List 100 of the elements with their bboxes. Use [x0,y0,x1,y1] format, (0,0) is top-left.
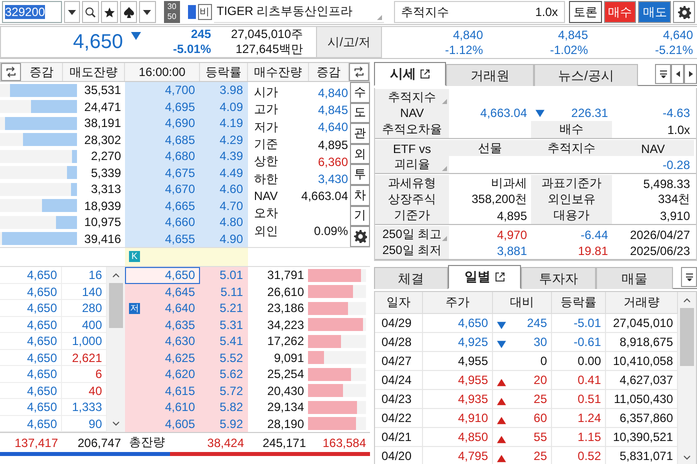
scrollbar-thumb[interactable] [109,283,123,328]
settings-button[interactable] [350,226,370,247]
side-button[interactable]: 외 [350,144,370,164]
price-change: 245 [190,27,211,42]
settings-button[interactable] [673,1,696,23]
trade-price: 4,650 [0,382,62,399]
ask-price: 4,690 [125,115,200,132]
total-value: 137,417 [14,436,59,450]
menu-button[interactable] [681,267,697,287]
rate-cell: -5.01 [552,314,606,332]
info-label: NAV [375,105,449,121]
menu-dropdown-button[interactable] [139,1,156,23]
trade-price: 4,650 [0,316,62,333]
settings-icon [354,230,366,243]
popout-icon [420,69,430,79]
marker-badge: K [129,251,140,262]
spade-button[interactable] [120,1,138,23]
scrollbar[interactable] [107,267,125,432]
trade-price: 4,650 [0,350,62,366]
search-button[interactable] [82,1,100,23]
info-label: 대용가 [531,207,612,224]
ask-price: 4,655 [125,230,200,247]
scroll-down-icon[interactable] [112,421,120,427]
buy-button[interactable]: 매수 [604,1,636,23]
spade-icon [124,6,134,18]
rate-cell: 1.24 [552,409,606,427]
info-label: 추적오차율 [375,121,449,138]
next-button[interactable] [684,64,697,84]
tab[interactable]: 체결 [374,267,448,289]
column-header: 추적지수 [531,140,612,157]
up-triangle-icon [497,378,506,387]
date-cell: 04/24 [375,371,423,389]
current-price: 4,650 [72,30,124,54]
menu-button[interactable] [655,64,671,84]
bid-quantity: 31,791 [266,268,305,282]
date-cell: 04/23 [375,390,423,408]
side-button[interactable]: 차 [350,184,370,206]
price-cell: 4,925 [423,333,493,351]
bid-quantity: 25,254 [266,367,305,382]
scrollbar[interactable] [678,292,696,464]
info-label: 괴리율 [375,156,449,173]
rate-cell: 0.51 [552,390,606,408]
sell-button[interactable]: 매도 [638,1,672,23]
info-label: 과표기준가 [531,175,612,192]
bid-rate: 5.92 [200,416,248,432]
bid-price: 4,625 [125,350,200,366]
refresh-button[interactable] [1,63,21,81]
refresh-button[interactable] [349,63,369,81]
side-button[interactable]: 관 [350,123,370,144]
marker-icon [188,5,196,19]
scroll-up-icon[interactable] [683,297,691,303]
trade-price: 4,650 [0,333,62,350]
ask-price: 4,670 [125,181,200,198]
scrollbar-thumb[interactable] [680,308,694,366]
tab[interactable]: 뉴스/공시 [534,64,638,86]
ask-quantity: 10,975 [83,215,122,230]
info-label: 배수 [531,121,612,138]
ohl-price: 4,640 [662,28,693,42]
star-icon [104,6,116,18]
ask-quantity: 28,302 [83,132,122,147]
column-header: NAV [612,140,694,157]
side-button[interactable]: 투 [350,164,370,185]
tab[interactable]: 시세 [374,62,446,86]
bid-quantity: 20,430 [266,384,305,398]
column-header: 등락률 [552,292,606,313]
dropdown-button[interactable] [64,1,80,23]
ask-price: 4,695 [125,98,200,115]
tab[interactable]: 투자자 [521,267,596,289]
rate-cell: 0.52 [552,447,606,464]
side-button[interactable]: 도 [350,102,370,124]
favorite-button[interactable] [101,1,118,23]
open-high-low-button[interactable]: 시/고/저 [316,26,382,58]
tab[interactable]: 매물 [596,267,673,289]
column-header: 일자 [375,292,423,313]
side-button[interactable]: 기 [350,206,370,226]
settings-icon [678,6,691,18]
change-cell: 245 [493,314,552,332]
scroll-up-icon[interactable] [112,272,120,278]
tab[interactable]: 거래원 [446,64,534,86]
stock-code-field[interactable]: 329200 [2,1,62,23]
info-value: 4,663.04 [301,189,348,204]
scroll-down-icon[interactable] [683,455,691,461]
column-header: 16:00:00 [125,63,200,81]
total-label: 총잔량 [128,434,166,451]
previous-button[interactable] [671,64,684,84]
trade-price: 4,650 [0,284,62,300]
menu-icon [686,273,692,281]
info-label: 상한 [254,153,278,170]
ask-price: 4,680 [125,148,200,164]
column-header: 매수잔량 [248,63,310,81]
info-label: 추적지수 [375,89,449,106]
change-cell: 60 [493,409,552,427]
info-label: 과세유형 [375,175,449,192]
ask-quantity: 2,270 [90,149,122,164]
bid-rate: 5.62 [200,366,248,382]
side-button[interactable]: 수 [350,82,370,103]
bid-price: 저 4,640 [125,300,200,316]
tab[interactable]: 일별 [448,265,521,289]
info-label: 기준 [254,136,278,154]
discussion-button[interactable]: 토론 [568,1,602,23]
